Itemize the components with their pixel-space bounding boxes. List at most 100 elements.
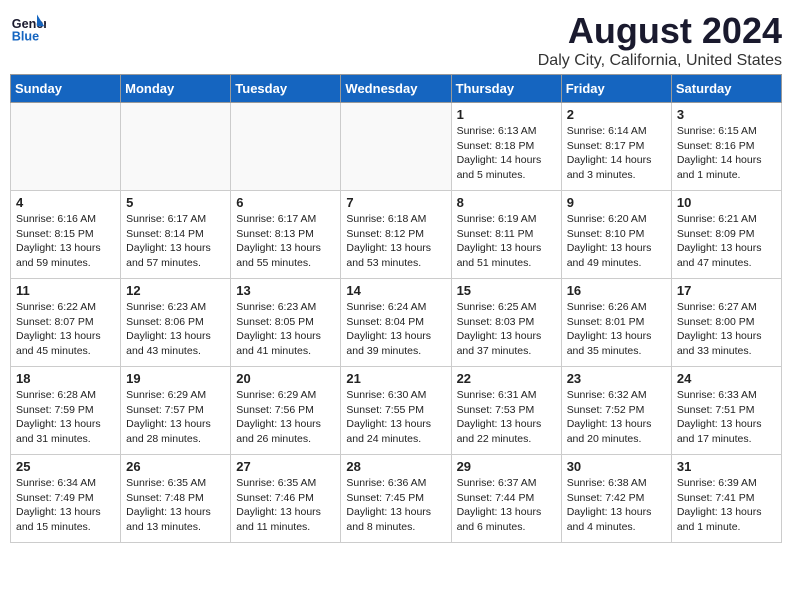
day-info: Sunrise: 6:39 AM Sunset: 7:41 PM Dayligh…	[677, 476, 776, 535]
calendar-day-cell: 24Sunrise: 6:33 AM Sunset: 7:51 PM Dayli…	[671, 367, 781, 455]
title-area: August 2024 Daly City, California, Unite…	[538, 10, 782, 70]
day-info: Sunrise: 6:24 AM Sunset: 8:04 PM Dayligh…	[346, 300, 445, 359]
calendar-day-cell: 2 Sunrise: 6:14 AM Sunset: 8:17 PM Daylig…	[561, 103, 671, 191]
calendar-day-cell: 26 Sunrise: 6:35 AM Sunset: 7:48 PM Dayli…	[121, 455, 231, 543]
day-info: Sunrise: 6:29 AM Sunset: 7:57 PM Dayligh…	[126, 388, 225, 447]
day-number: 7	[346, 195, 445, 210]
day-number: 15	[457, 283, 556, 298]
day-info: Sunrise: 6:26 AM Sunset: 8:01 PM Dayligh…	[567, 300, 666, 359]
day-info: Sunrise: 6:21 AM Sunset: 8:09 PM Dayligh…	[677, 212, 776, 271]
calendar-table: SundayMondayTuesdayWednesdayThursdayFrid…	[10, 74, 782, 543]
day-number: 18	[16, 371, 115, 386]
calendar-day-cell: 14 Sunrise: 6:24 AM Sunset: 8:04 PM Dayli…	[341, 279, 451, 367]
calendar-day-cell: 23 Sunrise: 6:32 AM Sunset: 7:52 PM Dayli…	[561, 367, 671, 455]
calendar-day-cell: 7 Sunrise: 6:18 AM Sunset: 8:12 PM Daylig…	[341, 191, 451, 279]
day-info: Sunrise: 6:18 AM Sunset: 8:12 PM Dayligh…	[346, 212, 445, 271]
svg-text:Blue: Blue	[12, 30, 39, 44]
day-info: Sunrise: 6:16 AM Sunset: 8:15 PM Dayligh…	[16, 212, 115, 271]
day-number: 11	[16, 283, 115, 298]
calendar-day-cell: 22 Sunrise: 6:31 AM Sunset: 7:53 PM Dayli…	[451, 367, 561, 455]
day-number: 1	[457, 107, 556, 122]
day-info: Sunrise: 6:23 AM Sunset: 8:05 PM Dayligh…	[236, 300, 335, 359]
day-number: 2	[567, 107, 666, 122]
day-info: Sunrise: 6:28 AM Sunset: 7:59 PM Dayligh…	[16, 388, 115, 447]
day-info: Sunrise: 6:14 AM Sunset: 8:17 PM Dayligh…	[567, 124, 666, 183]
day-info: Sunrise: 6:15 AM Sunset: 8:16 PM Dayligh…	[677, 124, 776, 183]
calendar-day-cell	[121, 103, 231, 191]
day-info: Sunrise: 6:30 AM Sunset: 7:55 PM Dayligh…	[346, 388, 445, 447]
calendar-day-cell: 11 Sunrise: 6:22 AM Sunset: 8:07 PM Dayli…	[11, 279, 121, 367]
calendar-day-cell: 15 Sunrise: 6:25 AM Sunset: 8:03 PM Dayli…	[451, 279, 561, 367]
weekday-header-cell: Thursday	[451, 75, 561, 103]
day-number: 22	[457, 371, 556, 386]
day-info: Sunrise: 6:19 AM Sunset: 8:11 PM Dayligh…	[457, 212, 556, 271]
day-number: 28	[346, 459, 445, 474]
day-info: Sunrise: 6:17 AM Sunset: 8:13 PM Dayligh…	[236, 212, 335, 271]
day-info: Sunrise: 6:22 AM Sunset: 8:07 PM Dayligh…	[16, 300, 115, 359]
day-info: Sunrise: 6:27 AM Sunset: 8:00 PM Dayligh…	[677, 300, 776, 359]
header: General Blue August 2024 Daly City, Cali…	[10, 10, 782, 70]
day-info: Sunrise: 6:13 AM Sunset: 8:18 PM Dayligh…	[457, 124, 556, 183]
day-number: 31	[677, 459, 776, 474]
calendar-day-cell: 25 Sunrise: 6:34 AM Sunset: 7:49 PM Dayli…	[11, 455, 121, 543]
calendar-day-cell: 16 Sunrise: 6:26 AM Sunset: 8:01 PM Dayli…	[561, 279, 671, 367]
calendar-day-cell: 21Sunrise: 6:30 AM Sunset: 7:55 PM Dayli…	[341, 367, 451, 455]
calendar-day-cell: 10 Sunrise: 6:21 AM Sunset: 8:09 PM Dayli…	[671, 191, 781, 279]
day-number: 14	[346, 283, 445, 298]
day-info: Sunrise: 6:32 AM Sunset: 7:52 PM Dayligh…	[567, 388, 666, 447]
day-number: 27	[236, 459, 335, 474]
day-info: Sunrise: 6:23 AM Sunset: 8:06 PM Dayligh…	[126, 300, 225, 359]
day-number: 3	[677, 107, 776, 122]
calendar-week-row: 11 Sunrise: 6:22 AM Sunset: 8:07 PM Dayli…	[11, 279, 782, 367]
day-number: 26	[126, 459, 225, 474]
day-info: Sunrise: 6:37 AM Sunset: 7:44 PM Dayligh…	[457, 476, 556, 535]
logo: General Blue	[10, 10, 46, 46]
calendar-day-cell: 3 Sunrise: 6:15 AM Sunset: 8:16 PM Daylig…	[671, 103, 781, 191]
day-info: Sunrise: 6:20 AM Sunset: 8:10 PM Dayligh…	[567, 212, 666, 271]
calendar-day-cell	[341, 103, 451, 191]
calendar-day-cell: 5 Sunrise: 6:17 AM Sunset: 8:14 PM Daylig…	[121, 191, 231, 279]
calendar-body: 1 Sunrise: 6:13 AM Sunset: 8:18 PM Daylig…	[11, 103, 782, 543]
day-number: 19	[126, 371, 225, 386]
calendar-day-cell: 31 Sunrise: 6:39 AM Sunset: 7:41 PM Dayli…	[671, 455, 781, 543]
day-number: 17	[677, 283, 776, 298]
calendar-day-cell: 6 Sunrise: 6:17 AM Sunset: 8:13 PM Daylig…	[231, 191, 341, 279]
day-number: 5	[126, 195, 225, 210]
day-info: Sunrise: 6:35 AM Sunset: 7:46 PM Dayligh…	[236, 476, 335, 535]
day-number: 4	[16, 195, 115, 210]
day-number: 23	[567, 371, 666, 386]
calendar-day-cell: 1 Sunrise: 6:13 AM Sunset: 8:18 PM Daylig…	[451, 103, 561, 191]
calendar-day-cell: 29Sunrise: 6:37 AM Sunset: 7:44 PM Dayli…	[451, 455, 561, 543]
calendar-day-cell	[11, 103, 121, 191]
calendar-day-cell: 13Sunrise: 6:23 AM Sunset: 8:05 PM Dayli…	[231, 279, 341, 367]
day-number: 6	[236, 195, 335, 210]
calendar-day-cell: 20 Sunrise: 6:29 AM Sunset: 7:56 PM Dayli…	[231, 367, 341, 455]
calendar-week-row: 1 Sunrise: 6:13 AM Sunset: 8:18 PM Daylig…	[11, 103, 782, 191]
day-number: 24	[677, 371, 776, 386]
day-number: 30	[567, 459, 666, 474]
day-number: 16	[567, 283, 666, 298]
day-info: Sunrise: 6:36 AM Sunset: 7:45 PM Dayligh…	[346, 476, 445, 535]
calendar-day-cell: 8 Sunrise: 6:19 AM Sunset: 8:11 PM Daylig…	[451, 191, 561, 279]
day-info: Sunrise: 6:35 AM Sunset: 7:48 PM Dayligh…	[126, 476, 225, 535]
day-info: Sunrise: 6:31 AM Sunset: 7:53 PM Dayligh…	[457, 388, 556, 447]
day-number: 25	[16, 459, 115, 474]
day-info: Sunrise: 6:34 AM Sunset: 7:49 PM Dayligh…	[16, 476, 115, 535]
month-year-title: August 2024	[538, 10, 782, 52]
day-number: 10	[677, 195, 776, 210]
weekday-header-cell: Monday	[121, 75, 231, 103]
weekday-header-cell: Sunday	[11, 75, 121, 103]
day-info: Sunrise: 6:17 AM Sunset: 8:14 PM Dayligh…	[126, 212, 225, 271]
day-number: 8	[457, 195, 556, 210]
calendar-week-row: 25 Sunrise: 6:34 AM Sunset: 7:49 PM Dayli…	[11, 455, 782, 543]
calendar-day-cell: 12 Sunrise: 6:23 AM Sunset: 8:06 PM Dayli…	[121, 279, 231, 367]
day-info: Sunrise: 6:25 AM Sunset: 8:03 PM Dayligh…	[457, 300, 556, 359]
day-info: Sunrise: 6:38 AM Sunset: 7:42 PM Dayligh…	[567, 476, 666, 535]
day-number: 20	[236, 371, 335, 386]
weekday-header-cell: Friday	[561, 75, 671, 103]
calendar-day-cell: 27 Sunrise: 6:35 AM Sunset: 7:46 PM Dayli…	[231, 455, 341, 543]
day-info: Sunrise: 6:29 AM Sunset: 7:56 PM Dayligh…	[236, 388, 335, 447]
calendar-day-cell: 4 Sunrise: 6:16 AM Sunset: 8:15 PM Daylig…	[11, 191, 121, 279]
calendar-day-cell: 28 Sunrise: 6:36 AM Sunset: 7:45 PM Dayli…	[341, 455, 451, 543]
day-number: 12	[126, 283, 225, 298]
